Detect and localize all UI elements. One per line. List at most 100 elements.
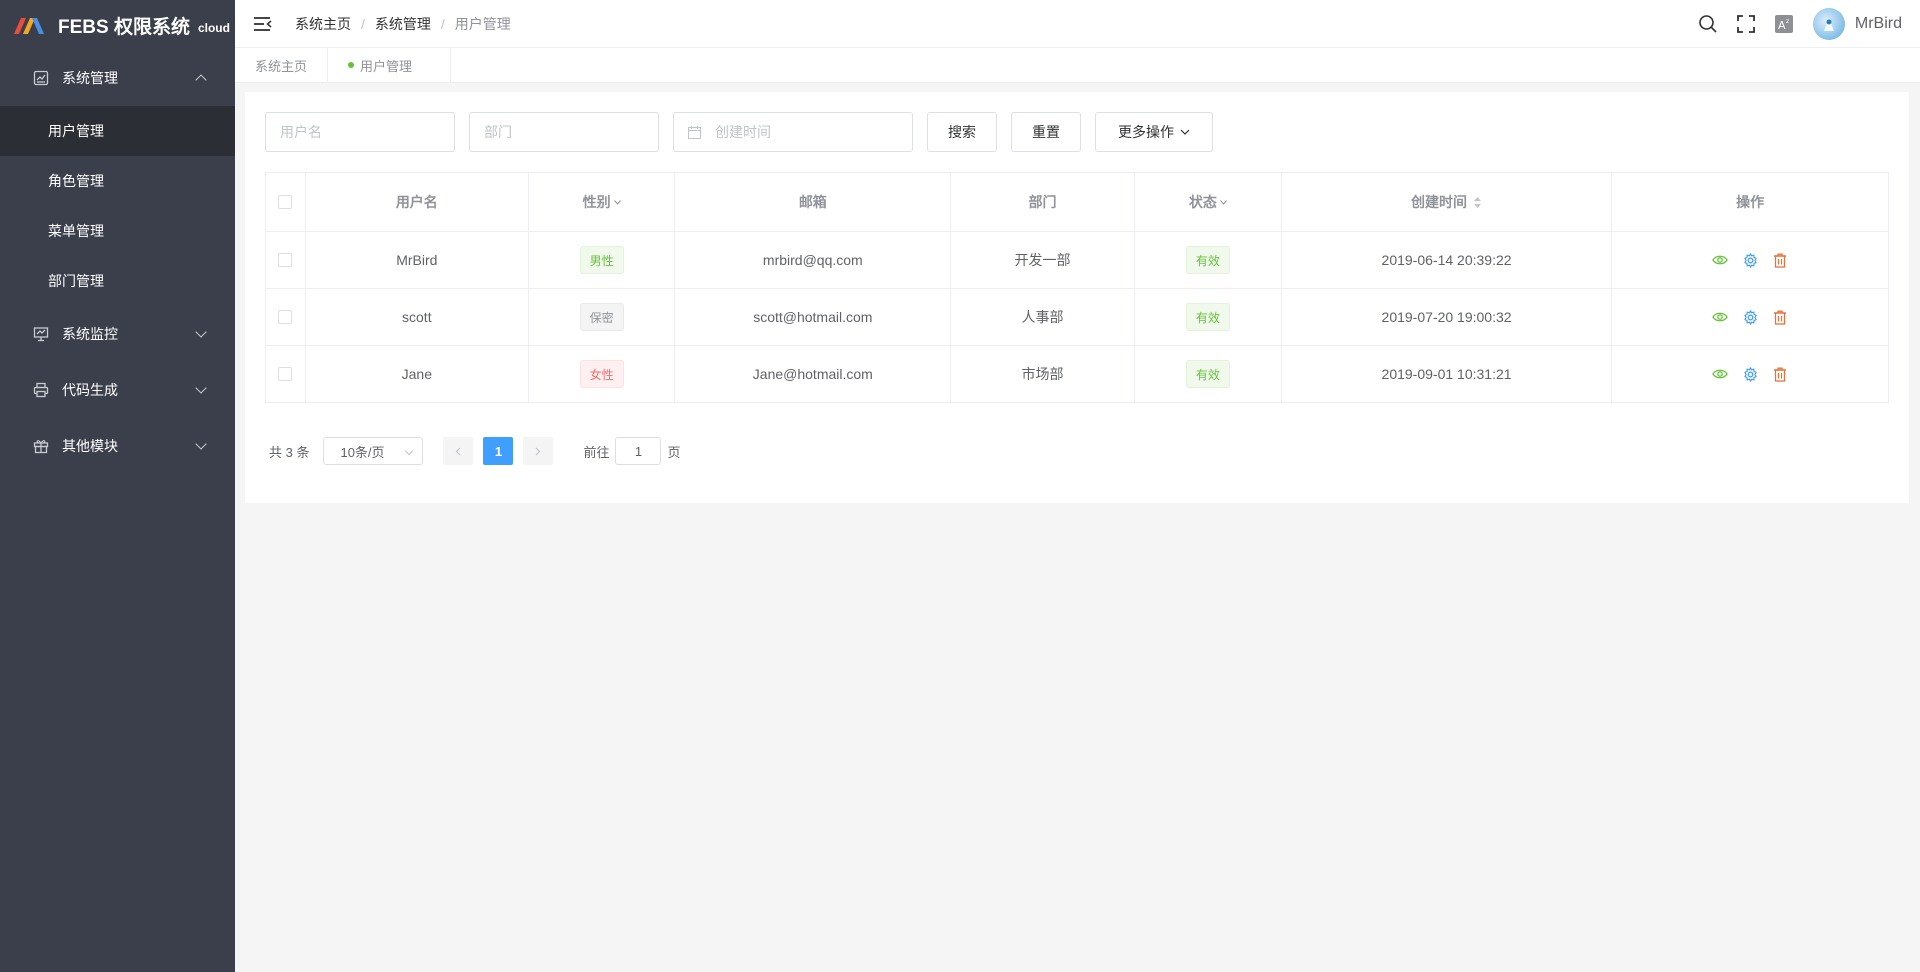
menu-group-system-monitor[interactable]: 系统监控 [0,306,235,362]
column-header-status[interactable]: 状态 [1135,173,1282,231]
goto-suffix: 页 [667,444,681,460]
sidebar-item-role-management[interactable]: 角色管理 [0,156,235,206]
menu-group-label: 其他模块 [62,438,118,454]
date-range-picker[interactable]: 创建时间 [673,112,913,152]
status-badge: 有效 [1185,246,1230,274]
menu-group-system-management[interactable]: 系统管理 [0,50,235,106]
breadcrumb-separator: / [440,15,445,32]
status-badge: 有效 [1185,360,1230,388]
sidebar-item-label: 部门管理 [48,273,104,289]
logo-text: FEBS 权限系统 [58,16,190,38]
breadcrumb: 系统主页 / 系统管理 / 用户管理 [295,14,511,34]
chevron-right-icon [536,447,541,455]
email-value: mrbird@qq.com [762,252,863,268]
page-number-button[interactable]: 1 [483,437,514,465]
app-logo[interactable]: FEBS 权限系统 cloud [0,0,235,50]
row-actions [1712,252,1788,268]
search-button-label: 搜索 [948,124,976,140]
sort-icon[interactable] [1473,196,1482,209]
avatar[interactable] [1812,8,1845,40]
fullscreen-icon[interactable] [1735,13,1757,35]
view-eye-icon[interactable] [1712,252,1728,268]
sidebar-item-dept-management[interactable]: 部门管理 [0,256,235,306]
column-header-gender[interactable]: 性别 [529,173,676,231]
view-eye-icon[interactable] [1712,309,1728,325]
language-icon[interactable]: Az [1773,13,1795,35]
user-name[interactable]: MrBird [1855,15,1902,33]
select-all-checkbox[interactable] [278,195,293,209]
goto-page: 前往 1 页 [583,437,681,465]
gender-tag: 保密 [579,303,624,331]
cell-actions [1612,232,1888,288]
settings-gear-icon[interactable] [1742,366,1758,382]
username-value: MrBird [396,252,438,268]
filter-chevron-icon[interactable] [613,199,621,205]
next-page-button[interactable] [523,437,554,465]
search-icon[interactable] [1697,13,1719,35]
cell-gender: 保密 [529,289,676,345]
cell-email: Jane@hotmail.com [675,346,952,402]
more-actions-dropdown[interactable]: 更多操作 [1095,112,1213,152]
filter-chevron-icon[interactable] [1219,199,1227,205]
sidebar: FEBS 权限系统 cloud 系统管理 用户管理 角色管理 菜单管理 部门管理… [0,0,235,972]
menu-group-code-generation[interactable]: 代码生成 [0,362,235,418]
cell-actions [1612,289,1888,345]
dept-placeholder: 部门 [484,124,512,140]
svg-text:A: A [1778,19,1786,32]
column-header-created[interactable]: 创建时间 [1282,173,1613,231]
column-label: 操作 [1736,194,1765,210]
prev-page-button[interactable] [443,437,474,465]
breadcrumb-item-system[interactable]: 系统管理 [375,14,431,34]
tab-label: 系统主页 [255,58,308,74]
menu-group-other-modules[interactable]: 其他模块 [0,418,235,474]
active-dot-icon [348,62,355,68]
header-checkbox-cell [266,173,306,231]
goto-page-input[interactable]: 1 [615,437,662,465]
view-eye-icon[interactable] [1712,366,1728,382]
created-value: 2019-06-14 20:39:22 [1381,252,1512,268]
row-checkbox[interactable] [278,253,293,267]
page-size-select[interactable]: 10条/页 [323,437,424,465]
search-button[interactable]: 搜索 [927,112,997,152]
gender-tag: 男性 [579,246,624,274]
sidebar-item-label: 菜单管理 [48,223,104,239]
chevron-down-icon [195,438,207,450]
cell-email: mrbird@qq.com [675,232,952,288]
collapse-menu-icon[interactable] [253,14,273,34]
sidebar-item-user-management[interactable]: 用户管理 [0,106,235,156]
main-card: 用户名 部门 创建时间 搜索 重置 更多操作 用户名 性别 邮箱 部门 状态 创… [245,92,1909,503]
dept-value: 人事部 [1021,309,1064,325]
table-header-row: 用户名 性别 邮箱 部门 状态 创建时间 操作 [266,173,1888,232]
total-count: 共 3 条 [269,444,310,460]
username-input[interactable]: 用户名 [265,112,455,152]
calendar-icon [688,125,701,139]
row-checkbox[interactable] [278,367,293,381]
monitor-icon [32,325,50,343]
delete-trash-icon[interactable] [1772,252,1788,268]
system-management-icon [32,69,50,87]
created-value: 2019-09-01 10:31:21 [1381,366,1512,382]
dept-value: 开发一部 [1014,252,1071,268]
settings-gear-icon[interactable] [1742,309,1758,325]
cell-gender: 男性 [529,232,676,288]
row-checkbox-cell [266,232,306,288]
breadcrumb-item-home[interactable]: 系统主页 [295,14,351,34]
cell-dept: 人事部 [951,289,1135,345]
pagination: 共 3 条 10条/页 1 前往 1 页 [269,437,681,465]
reset-button[interactable]: 重置 [1011,112,1081,152]
row-checkbox[interactable] [278,310,293,324]
sidebar-item-menu-management[interactable]: 菜单管理 [0,206,235,256]
sidebar-item-label: 角色管理 [48,173,104,189]
column-label: 用户名 [395,194,438,210]
cell-username: Jane [306,346,529,402]
top-header: 系统主页 / 系统管理 / 用户管理 Az MrBird [235,0,1920,48]
tab-user-management[interactable]: 用户管理 [328,48,452,82]
column-label: 性别 [582,194,611,210]
delete-trash-icon[interactable] [1772,366,1788,382]
dept-select[interactable]: 部门 [469,112,659,152]
delete-trash-icon[interactable] [1772,309,1788,325]
table-body: MrBird 男性 mrbird@qq.com 开发一部 有效 2019-06-14 20… [266,232,1888,402]
tab-home[interactable]: 系统主页 [235,48,329,82]
column-header-actions: 操作 [1612,173,1888,231]
settings-gear-icon[interactable] [1742,252,1758,268]
